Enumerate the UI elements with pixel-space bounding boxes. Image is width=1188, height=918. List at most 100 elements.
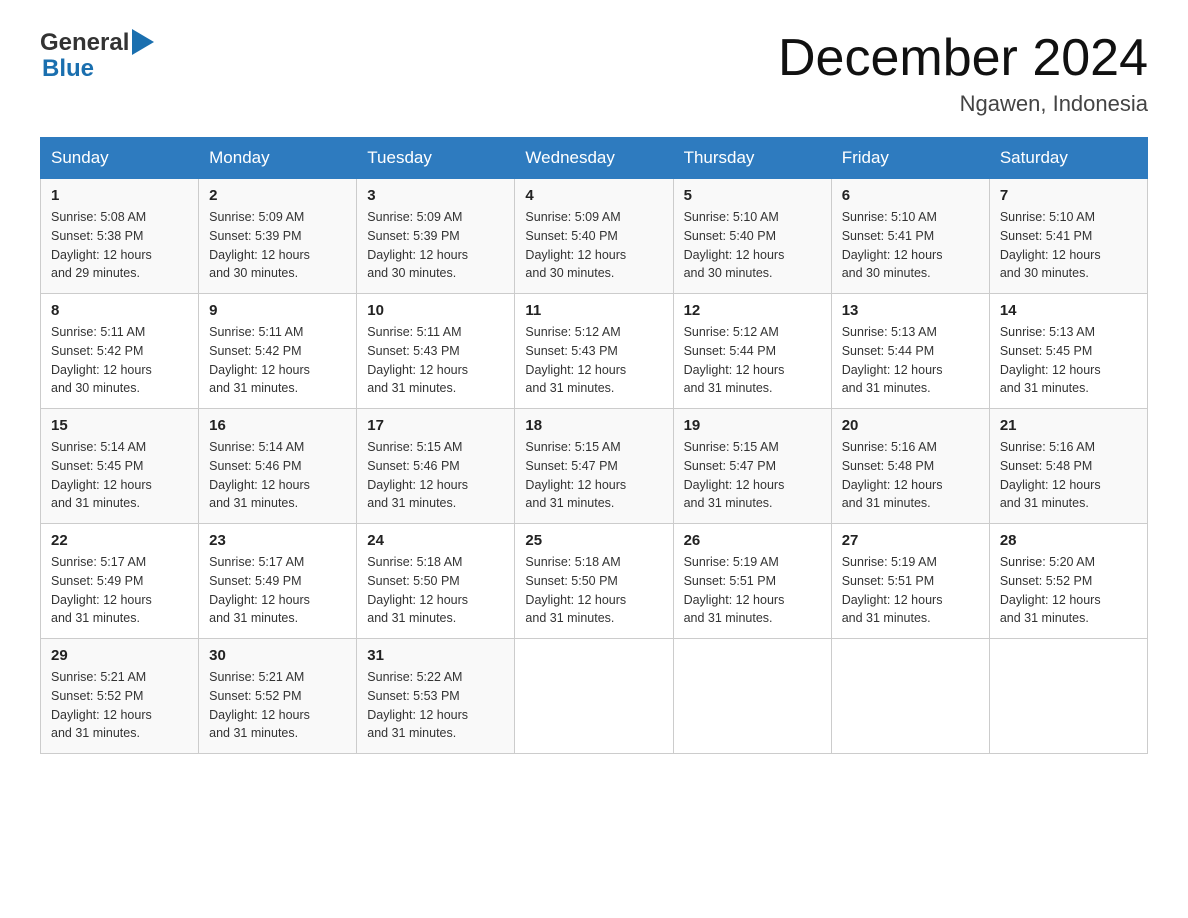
calendar-cell: 15 Sunrise: 5:14 AM Sunset: 5:45 PM Dayl… bbox=[41, 409, 199, 524]
day-number: 8 bbox=[51, 302, 188, 319]
calendar-cell: 19 Sunrise: 5:15 AM Sunset: 5:47 PM Dayl… bbox=[673, 409, 831, 524]
day-number: 16 bbox=[209, 417, 346, 434]
header-monday: Monday bbox=[199, 138, 357, 179]
calendar-cell: 10 Sunrise: 5:11 AM Sunset: 5:43 PM Dayl… bbox=[357, 294, 515, 409]
day-info: Sunrise: 5:15 AM Sunset: 5:46 PM Dayligh… bbox=[367, 438, 504, 513]
day-number: 22 bbox=[51, 532, 188, 549]
calendar-cell: 21 Sunrise: 5:16 AM Sunset: 5:48 PM Dayl… bbox=[989, 409, 1147, 524]
day-number: 11 bbox=[525, 302, 662, 319]
calendar-cell: 9 Sunrise: 5:11 AM Sunset: 5:42 PM Dayli… bbox=[199, 294, 357, 409]
location-title: Ngawen, Indonesia bbox=[778, 91, 1148, 117]
day-info: Sunrise: 5:21 AM Sunset: 5:52 PM Dayligh… bbox=[51, 668, 188, 743]
header-tuesday: Tuesday bbox=[357, 138, 515, 179]
calendar-cell: 22 Sunrise: 5:17 AM Sunset: 5:49 PM Dayl… bbox=[41, 524, 199, 639]
day-info: Sunrise: 5:15 AM Sunset: 5:47 PM Dayligh… bbox=[525, 438, 662, 513]
day-info: Sunrise: 5:08 AM Sunset: 5:38 PM Dayligh… bbox=[51, 208, 188, 283]
calendar-table: SundayMondayTuesdayWednesdayThursdayFrid… bbox=[40, 137, 1148, 754]
day-number: 30 bbox=[209, 647, 346, 664]
day-number: 27 bbox=[842, 532, 979, 549]
day-info: Sunrise: 5:12 AM Sunset: 5:43 PM Dayligh… bbox=[525, 323, 662, 398]
day-number: 14 bbox=[1000, 302, 1137, 319]
day-number: 3 bbox=[367, 187, 504, 204]
day-number: 17 bbox=[367, 417, 504, 434]
day-number: 24 bbox=[367, 532, 504, 549]
day-number: 7 bbox=[1000, 187, 1137, 204]
day-number: 29 bbox=[51, 647, 188, 664]
calendar-cell bbox=[673, 639, 831, 754]
calendar-cell: 18 Sunrise: 5:15 AM Sunset: 5:47 PM Dayl… bbox=[515, 409, 673, 524]
day-info: Sunrise: 5:17 AM Sunset: 5:49 PM Dayligh… bbox=[51, 553, 188, 628]
calendar-cell: 11 Sunrise: 5:12 AM Sunset: 5:43 PM Dayl… bbox=[515, 294, 673, 409]
logo: General Blue bbox=[40, 30, 154, 83]
calendar-cell: 13 Sunrise: 5:13 AM Sunset: 5:44 PM Dayl… bbox=[831, 294, 989, 409]
calendar-cell: 7 Sunrise: 5:10 AM Sunset: 5:41 PM Dayli… bbox=[989, 179, 1147, 294]
calendar-week-row: 29 Sunrise: 5:21 AM Sunset: 5:52 PM Dayl… bbox=[41, 639, 1148, 754]
calendar-header-row: SundayMondayTuesdayWednesdayThursdayFrid… bbox=[41, 138, 1148, 179]
day-info: Sunrise: 5:12 AM Sunset: 5:44 PM Dayligh… bbox=[684, 323, 821, 398]
calendar-cell: 1 Sunrise: 5:08 AM Sunset: 5:38 PM Dayli… bbox=[41, 179, 199, 294]
day-number: 9 bbox=[209, 302, 346, 319]
title-block: December 2024 Ngawen, Indonesia bbox=[778, 30, 1148, 117]
calendar-cell bbox=[989, 639, 1147, 754]
calendar-cell: 20 Sunrise: 5:16 AM Sunset: 5:48 PM Dayl… bbox=[831, 409, 989, 524]
day-number: 21 bbox=[1000, 417, 1137, 434]
calendar-cell: 17 Sunrise: 5:15 AM Sunset: 5:46 PM Dayl… bbox=[357, 409, 515, 524]
calendar-cell bbox=[831, 639, 989, 754]
day-number: 12 bbox=[684, 302, 821, 319]
header-sunday: Sunday bbox=[41, 138, 199, 179]
day-number: 23 bbox=[209, 532, 346, 549]
day-number: 15 bbox=[51, 417, 188, 434]
day-number: 13 bbox=[842, 302, 979, 319]
day-info: Sunrise: 5:15 AM Sunset: 5:47 PM Dayligh… bbox=[684, 438, 821, 513]
day-number: 5 bbox=[684, 187, 821, 204]
calendar-cell: 8 Sunrise: 5:11 AM Sunset: 5:42 PM Dayli… bbox=[41, 294, 199, 409]
day-info: Sunrise: 5:19 AM Sunset: 5:51 PM Dayligh… bbox=[842, 553, 979, 628]
header-saturday: Saturday bbox=[989, 138, 1147, 179]
calendar-cell bbox=[515, 639, 673, 754]
calendar-cell: 24 Sunrise: 5:18 AM Sunset: 5:50 PM Dayl… bbox=[357, 524, 515, 639]
day-info: Sunrise: 5:13 AM Sunset: 5:44 PM Dayligh… bbox=[842, 323, 979, 398]
calendar-cell: 2 Sunrise: 5:09 AM Sunset: 5:39 PM Dayli… bbox=[199, 179, 357, 294]
day-info: Sunrise: 5:21 AM Sunset: 5:52 PM Dayligh… bbox=[209, 668, 346, 743]
day-number: 6 bbox=[842, 187, 979, 204]
day-info: Sunrise: 5:11 AM Sunset: 5:42 PM Dayligh… bbox=[51, 323, 188, 398]
calendar-cell: 25 Sunrise: 5:18 AM Sunset: 5:50 PM Dayl… bbox=[515, 524, 673, 639]
calendar-cell: 6 Sunrise: 5:10 AM Sunset: 5:41 PM Dayli… bbox=[831, 179, 989, 294]
day-number: 2 bbox=[209, 187, 346, 204]
day-info: Sunrise: 5:16 AM Sunset: 5:48 PM Dayligh… bbox=[1000, 438, 1137, 513]
day-info: Sunrise: 5:13 AM Sunset: 5:45 PM Dayligh… bbox=[1000, 323, 1137, 398]
day-info: Sunrise: 5:09 AM Sunset: 5:39 PM Dayligh… bbox=[367, 208, 504, 283]
day-info: Sunrise: 5:10 AM Sunset: 5:41 PM Dayligh… bbox=[1000, 208, 1137, 283]
day-info: Sunrise: 5:11 AM Sunset: 5:43 PM Dayligh… bbox=[367, 323, 504, 398]
calendar-week-row: 8 Sunrise: 5:11 AM Sunset: 5:42 PM Dayli… bbox=[41, 294, 1148, 409]
calendar-cell: 16 Sunrise: 5:14 AM Sunset: 5:46 PM Dayl… bbox=[199, 409, 357, 524]
day-info: Sunrise: 5:18 AM Sunset: 5:50 PM Dayligh… bbox=[367, 553, 504, 628]
day-info: Sunrise: 5:09 AM Sunset: 5:40 PM Dayligh… bbox=[525, 208, 662, 283]
calendar-cell: 30 Sunrise: 5:21 AM Sunset: 5:52 PM Dayl… bbox=[199, 639, 357, 754]
calendar-cell: 26 Sunrise: 5:19 AM Sunset: 5:51 PM Dayl… bbox=[673, 524, 831, 639]
calendar-cell: 23 Sunrise: 5:17 AM Sunset: 5:49 PM Dayl… bbox=[199, 524, 357, 639]
day-info: Sunrise: 5:14 AM Sunset: 5:45 PM Dayligh… bbox=[51, 438, 188, 513]
header-wednesday: Wednesday bbox=[515, 138, 673, 179]
day-number: 10 bbox=[367, 302, 504, 319]
calendar-cell: 27 Sunrise: 5:19 AM Sunset: 5:51 PM Dayl… bbox=[831, 524, 989, 639]
day-info: Sunrise: 5:16 AM Sunset: 5:48 PM Dayligh… bbox=[842, 438, 979, 513]
day-number: 31 bbox=[367, 647, 504, 664]
day-number: 26 bbox=[684, 532, 821, 549]
calendar-cell: 12 Sunrise: 5:12 AM Sunset: 5:44 PM Dayl… bbox=[673, 294, 831, 409]
day-info: Sunrise: 5:18 AM Sunset: 5:50 PM Dayligh… bbox=[525, 553, 662, 628]
day-number: 18 bbox=[525, 417, 662, 434]
header-thursday: Thursday bbox=[673, 138, 831, 179]
day-number: 28 bbox=[1000, 532, 1137, 549]
calendar-cell: 14 Sunrise: 5:13 AM Sunset: 5:45 PM Dayl… bbox=[989, 294, 1147, 409]
calendar-cell: 31 Sunrise: 5:22 AM Sunset: 5:53 PM Dayl… bbox=[357, 639, 515, 754]
header-friday: Friday bbox=[831, 138, 989, 179]
calendar-cell: 4 Sunrise: 5:09 AM Sunset: 5:40 PM Dayli… bbox=[515, 179, 673, 294]
day-info: Sunrise: 5:22 AM Sunset: 5:53 PM Dayligh… bbox=[367, 668, 504, 743]
day-info: Sunrise: 5:17 AM Sunset: 5:49 PM Dayligh… bbox=[209, 553, 346, 628]
logo-blue-text: Blue bbox=[42, 55, 94, 82]
day-info: Sunrise: 5:10 AM Sunset: 5:40 PM Dayligh… bbox=[684, 208, 821, 283]
day-number: 20 bbox=[842, 417, 979, 434]
day-number: 1 bbox=[51, 187, 188, 204]
day-info: Sunrise: 5:14 AM Sunset: 5:46 PM Dayligh… bbox=[209, 438, 346, 513]
